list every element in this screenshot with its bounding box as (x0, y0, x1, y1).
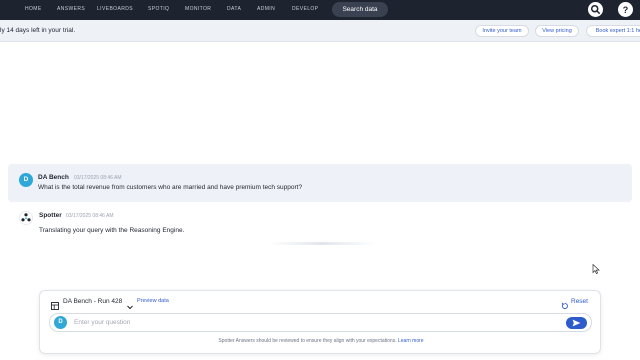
answer-status-text: Translating your query with the Reasonin… (39, 227, 185, 234)
search-data-button[interactable]: Search data (332, 2, 388, 17)
question-input-box: D (49, 313, 592, 332)
disclaimer: Spotter Answers should be reviewed to en… (40, 338, 602, 344)
avatar: D (54, 316, 67, 329)
view-pricing-button[interactable]: View pricing (535, 25, 579, 37)
question-text: What is the total revenue from customers… (38, 184, 303, 191)
spotter-logo-icon (19, 211, 33, 225)
disclaimer-text: Spotter Answers should be reviewed to en… (218, 338, 397, 344)
chevron-down-icon[interactable] (126, 298, 134, 310)
nav-data[interactable]: DATA (227, 6, 241, 12)
invite-team-button[interactable]: Invite your team (475, 25, 529, 37)
reset-button[interactable]: Reset (571, 298, 588, 305)
nav-admin[interactable]: ADMIN (257, 6, 275, 12)
nav-develop[interactable]: DEVELOP (292, 6, 318, 12)
nav-monitor[interactable]: MONITOR (185, 6, 211, 12)
nav-liveboards[interactable]: LIVEBOARDS (97, 6, 133, 12)
top-nav: HOME ANSWERS LIVEBOARDS SPOTIQ MONITOR D… (0, 0, 640, 20)
nav-home[interactable]: HOME (25, 6, 42, 12)
search-icon[interactable] (588, 2, 603, 17)
question-panel: DA Bench - Run 428 Preview data Reset D … (39, 290, 601, 354)
avatar: D (19, 173, 33, 187)
question-input[interactable] (74, 316, 554, 329)
trial-message: ly 14 days left in your trial. (0, 27, 76, 34)
table-icon (51, 297, 59, 310)
loading-shimmer (268, 242, 376, 245)
datasource-selector[interactable]: DA Bench - Run 428 (63, 298, 122, 305)
trial-banner: ly 14 days left in your trial. Invite yo… (0, 20, 640, 42)
answer-author: Spotter (39, 212, 62, 219)
send-icon (572, 319, 581, 327)
message-timestamp: 03/17/2025 08:46 AM (74, 175, 122, 181)
nav-spotiq[interactable]: SPOTIQ (148, 6, 169, 12)
help-icon[interactable]: ? (618, 2, 633, 17)
send-button[interactable] (566, 317, 587, 329)
book-expert-button[interactable]: Book expert 1:1 help (586, 25, 640, 37)
learn-more-link[interactable]: Learn more (398, 338, 424, 344)
preview-data-link[interactable]: Preview data (137, 298, 169, 304)
mouse-cursor-icon (592, 261, 600, 275)
answer-timestamp: 03/17/2025 08:46 AM (66, 213, 114, 219)
svg-text:?: ? (623, 5, 629, 15)
message-author: DA Bench (38, 174, 69, 181)
nav-answers[interactable]: ANSWERS (57, 6, 85, 12)
question-message: D DA Bench 03/17/2025 08:46 AM What is t… (8, 164, 632, 202)
reset-icon[interactable] (561, 297, 569, 310)
